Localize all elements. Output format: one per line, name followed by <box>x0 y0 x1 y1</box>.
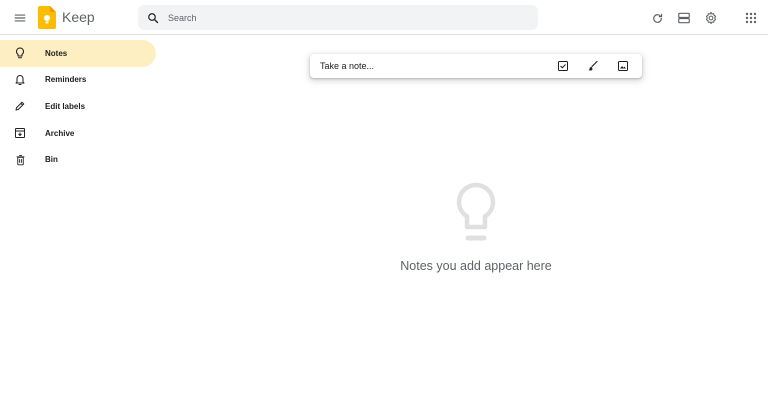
top-bar: Keep <box>0 0 768 35</box>
list-view-button[interactable] <box>672 6 696 30</box>
search-input[interactable] <box>168 12 508 23</box>
sidebar-item-reminders[interactable]: Reminders <box>0 67 156 94</box>
refresh-button[interactable] <box>645 6 669 30</box>
trash-icon <box>13 153 27 167</box>
sidebar-item-edit-labels[interactable]: Edit labels <box>0 93 156 120</box>
settings-icon <box>705 11 717 25</box>
apps-grid-icon <box>745 12 757 24</box>
refresh-icon <box>652 13 662 23</box>
sidebar-item-notes[interactable]: Notes <box>0 40 156 67</box>
new-list-button[interactable] <box>552 55 574 77</box>
sidebar-item-archive[interactable]: Archive <box>0 120 156 147</box>
app-title[interactable]: Keep <box>62 9 95 25</box>
archive-icon <box>13 126 27 140</box>
brush-icon <box>588 60 598 71</box>
sidebar-item-label: Reminders <box>45 75 87 85</box>
sidebar-item-label: Edit labels <box>45 101 86 111</box>
sidebar-item-label: Notes <box>45 48 68 58</box>
sidebar: Notes Reminders Edit labels Archive Bin <box>0 40 156 173</box>
sidebar-item-bin[interactable]: Bin <box>0 146 156 173</box>
new-image-button[interactable] <box>612 55 634 77</box>
main-menu-button[interactable] <box>6 4 34 32</box>
bell-icon <box>13 73 27 87</box>
empty-state: Notes you add appear here <box>376 182 576 273</box>
lightbulb-icon <box>456 182 496 241</box>
image-icon <box>618 61 628 71</box>
new-drawing-button[interactable] <box>582 55 604 77</box>
lightbulb-icon <box>13 46 27 60</box>
list-view-icon <box>678 12 690 24</box>
search-button[interactable] <box>138 5 168 30</box>
empty-state-message: Notes you add appear here <box>400 259 552 273</box>
search-bar[interactable] <box>138 5 538 30</box>
settings-button[interactable] <box>699 6 723 30</box>
menu-icon <box>14 14 26 22</box>
sidebar-item-label: Bin <box>45 155 58 165</box>
pencil-icon <box>13 99 27 113</box>
apps-button[interactable] <box>739 6 763 30</box>
keep-logo[interactable] <box>38 6 56 29</box>
take-note-input[interactable]: Take a note... <box>320 61 552 71</box>
checkbox-icon <box>558 61 568 71</box>
sidebar-item-label: Archive <box>45 128 75 138</box>
take-note-bar[interactable]: Take a note... <box>310 54 642 78</box>
search-icon <box>148 12 159 23</box>
